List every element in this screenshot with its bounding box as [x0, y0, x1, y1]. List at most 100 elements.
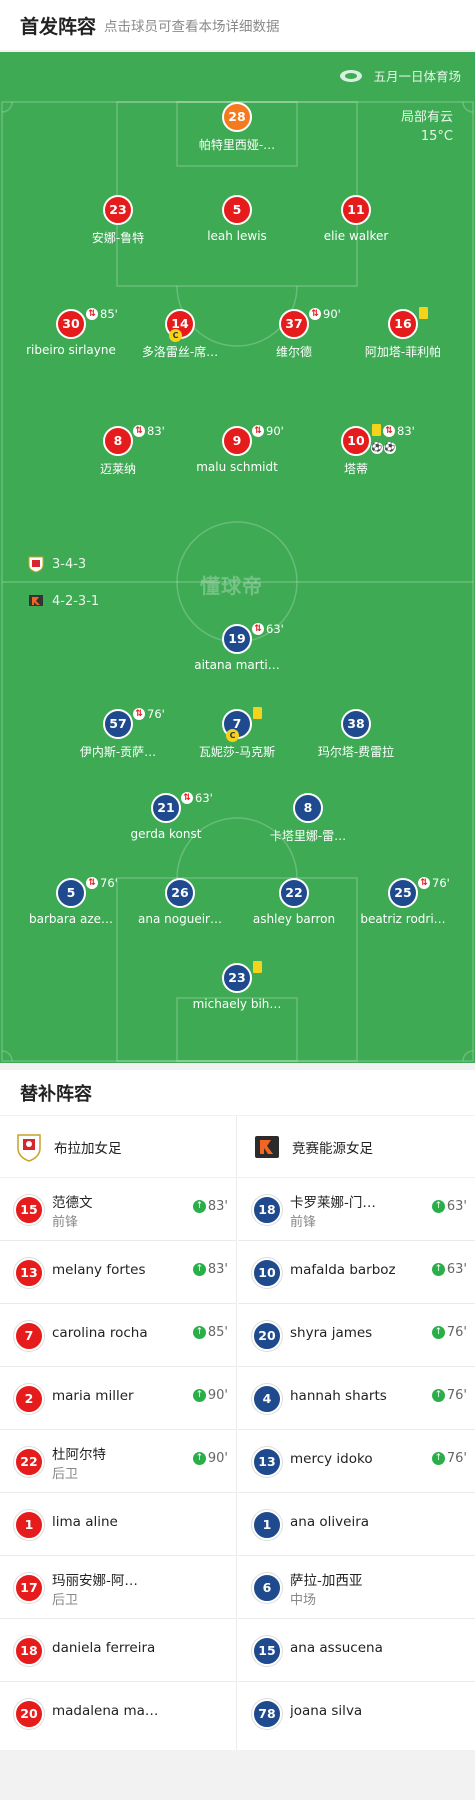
sub-player-position: 前锋 [290, 1215, 317, 1230]
sub-player-row[interactable]: 13 melany fortes ↑ 83' [0, 1241, 236, 1304]
player-marker[interactable]: 14 C 多洛雷丝-席… [125, 309, 235, 360]
player-marker[interactable]: 28 帕特里西娅-… [182, 102, 292, 153]
sub-player-row[interactable]: 1 lima aline [0, 1493, 236, 1556]
sub-player-name: 卡罗莱娜-门… [290, 1195, 376, 1211]
player-marker[interactable]: 26 ana nogueir… [125, 878, 235, 926]
venue: 五月一日体育场 [339, 66, 461, 85]
sub-on-minute: 76' [446, 1325, 467, 1340]
sub-off-icon: ⇅ [309, 308, 321, 320]
player-name: 瓦妮莎-马克斯 [198, 745, 276, 759]
sub-on-minute: 90' [207, 1388, 228, 1403]
player-marker[interactable]: 10 ⇅ 83' ⚽ ⚽ 塔蒂 [301, 424, 415, 477]
sub-player-name: mafalda barboz [290, 1262, 396, 1278]
player-marker[interactable]: 11 elie walker [301, 195, 411, 243]
sub-on-indicator: ↑ 83' [192, 1199, 228, 1214]
sub-player-name: mercy idoko [290, 1451, 373, 1467]
player-marker[interactable]: 57 ⇅ 76' 伊内斯-贡萨… [63, 707, 173, 760]
player-marker[interactable]: 37 ⇅ 90' 维尔德 [239, 307, 349, 360]
player-marker[interactable]: 5 ⇅ 76' barbara aze… [16, 876, 126, 926]
sub-on-indicator: ↑ 85' [192, 1325, 228, 1340]
home-team-name: 布拉加女足 [54, 1140, 122, 1157]
page-subtitle: 点击球员可查看本场详细数据 [104, 19, 280, 35]
subs-panel: 布拉加女足 15 范德文 前锋 ↑ 83' 13 melany fortes ↑ 83' 7 car… [0, 1116, 475, 1750]
player-marker[interactable]: 8 卡塔里娜-雷… [253, 793, 363, 844]
sub-player-row[interactable]: 7 carolina rocha ↑ 85' [0, 1304, 236, 1367]
player-marker[interactable]: 7 C 瓦妮莎-马克斯 [182, 707, 292, 760]
sub-on-arrow-icon: ↑ [192, 1452, 206, 1465]
sub-player-row[interactable]: 4 hannah sharts ↑ 76' [238, 1367, 475, 1430]
home-formation-label: 3-4-3 [52, 556, 87, 572]
sub-off-indicator: ⇅ 63' [181, 791, 213, 805]
sub-on-arrow-icon: ↑ [431, 1326, 445, 1339]
sub-player-number: 1 [14, 1510, 44, 1540]
sub-player-row[interactable]: 10 mafalda barboz ↑ 63' [238, 1241, 475, 1304]
sub-player-row[interactable]: 20 madalena ma… [0, 1682, 236, 1745]
sub-off-minute: 90' [266, 424, 284, 438]
away-team-header[interactable]: 竞赛能源女足 [238, 1116, 475, 1178]
sub-player-row[interactable]: 20 shyra james ↑ 76' [238, 1304, 475, 1367]
sub-player-row[interactable]: 18 daniela ferreira [0, 1619, 236, 1682]
home-team-header[interactable]: 布拉加女足 [0, 1116, 236, 1178]
sub-player-number: 6 [252, 1573, 282, 1603]
player-name: beatriz rodri… [360, 912, 446, 926]
sub-on-indicator: ↑ 76' [431, 1451, 467, 1466]
player-name: ana nogueir… [138, 912, 222, 926]
player-name: 帕特里西娅-… [198, 138, 276, 152]
away-subs-list: 18 卡罗莱娜-门… 前锋 ↑ 63' 10 mafalda barboz ↑ 63' 20 shy… [238, 1178, 475, 1745]
sub-player-name: melany fortes [52, 1262, 146, 1278]
sub-player-row[interactable]: 18 卡罗莱娜-门… 前锋 ↑ 63' [238, 1178, 475, 1241]
yellow-card-icon [253, 707, 262, 719]
sub-player-row[interactable]: 22 杜阿尔特 后卫 ↑ 90' [0, 1430, 236, 1493]
sub-player-row[interactable]: 6 萨拉-加西亚 中场 [238, 1556, 475, 1619]
player-marker[interactable]: 16 阿加塔-菲利帕 [348, 307, 458, 360]
sub-on-indicator: ↑ 63' [431, 1262, 467, 1277]
player-name: 阿加塔-菲利帕 [364, 345, 442, 359]
home-subs-list: 15 范德文 前锋 ↑ 83' 13 melany fortes ↑ 83' 7 carolina … [0, 1178, 236, 1745]
home-team-crest-icon [17, 1133, 41, 1162]
player-number: 37 [279, 309, 309, 339]
sub-player-row[interactable]: 1 ana oliveira [238, 1493, 475, 1556]
player-name: elie walker [323, 229, 389, 243]
player-marker[interactable]: 22 ashley barron [239, 878, 349, 926]
sub-off-minute: 90' [323, 307, 341, 321]
sub-off-indicator: ⇅ 90' [309, 307, 341, 321]
sub-player-row[interactable]: 17 玛丽安娜-阿… 后卫 [0, 1556, 236, 1619]
sub-player-row[interactable]: 15 范德文 前锋 ↑ 83' [0, 1178, 236, 1241]
sub-on-minute: 85' [207, 1325, 228, 1340]
player-marker[interactable]: 9 ⇅ 90' malu schmidt [182, 424, 292, 474]
player-marker[interactable]: 8 ⇅ 83' 迈莱纳 [63, 424, 173, 477]
player-name: 维尔德 [275, 345, 312, 359]
sub-player-row[interactable]: 78 joana silva [238, 1682, 475, 1745]
player-marker[interactable]: 23 michaely bih… [182, 961, 292, 1011]
subs-title: 替补阵容 [0, 1070, 475, 1115]
sub-on-indicator: ↑ 76' [431, 1388, 467, 1403]
sub-player-row[interactable]: 2 maria miller ↑ 90' [0, 1367, 236, 1430]
player-name: leah lewis [207, 229, 267, 243]
player-marker[interactable]: 23 安娜-鲁特 [63, 195, 173, 246]
sub-off-indicator: ⇅ 90' [252, 424, 284, 438]
watermark: 懂球帝 [200, 574, 263, 598]
player-marker[interactable]: 38 玛尔塔-费雷拉 [301, 709, 411, 760]
sub-on-arrow-icon: ↑ [192, 1326, 206, 1339]
sub-off-indicator: ⇅ 76' [418, 876, 450, 890]
sub-on-arrow-icon: ↑ [192, 1263, 206, 1276]
sub-on-minute: 63' [446, 1262, 467, 1277]
player-number: 23 [222, 963, 252, 993]
sub-player-name: 杜阿尔特 [52, 1447, 106, 1463]
player-name: gerda konst [130, 827, 202, 841]
sub-player-row[interactable]: 13 mercy idoko ↑ 76' [238, 1430, 475, 1493]
sub-on-minute: 83' [207, 1262, 228, 1277]
venue-name: 五月一日体育场 [373, 69, 461, 84]
player-marker[interactable]: 21 ⇅ 63' gerda konst [111, 791, 221, 841]
sub-on-minute: 63' [446, 1199, 467, 1214]
player-marker[interactable]: 30 ⇅ 85' ribeiro sirlayne [16, 307, 126, 357]
sub-off-icon: ⇅ [252, 425, 264, 437]
player-marker[interactable]: 25 ⇅ 76' beatriz rodri… [348, 876, 458, 926]
sub-player-number: 10 [252, 1258, 282, 1288]
player-marker[interactable]: 5 leah lewis [182, 195, 292, 243]
sub-off-minute: 83' [147, 424, 165, 438]
player-name: barbara aze… [28, 912, 113, 926]
player-number: 22 [279, 878, 309, 908]
sub-player-row[interactable]: 15 ana assucena [238, 1619, 475, 1682]
player-marker[interactable]: 19 ⇅ 63' aitana marti… [182, 622, 292, 672]
